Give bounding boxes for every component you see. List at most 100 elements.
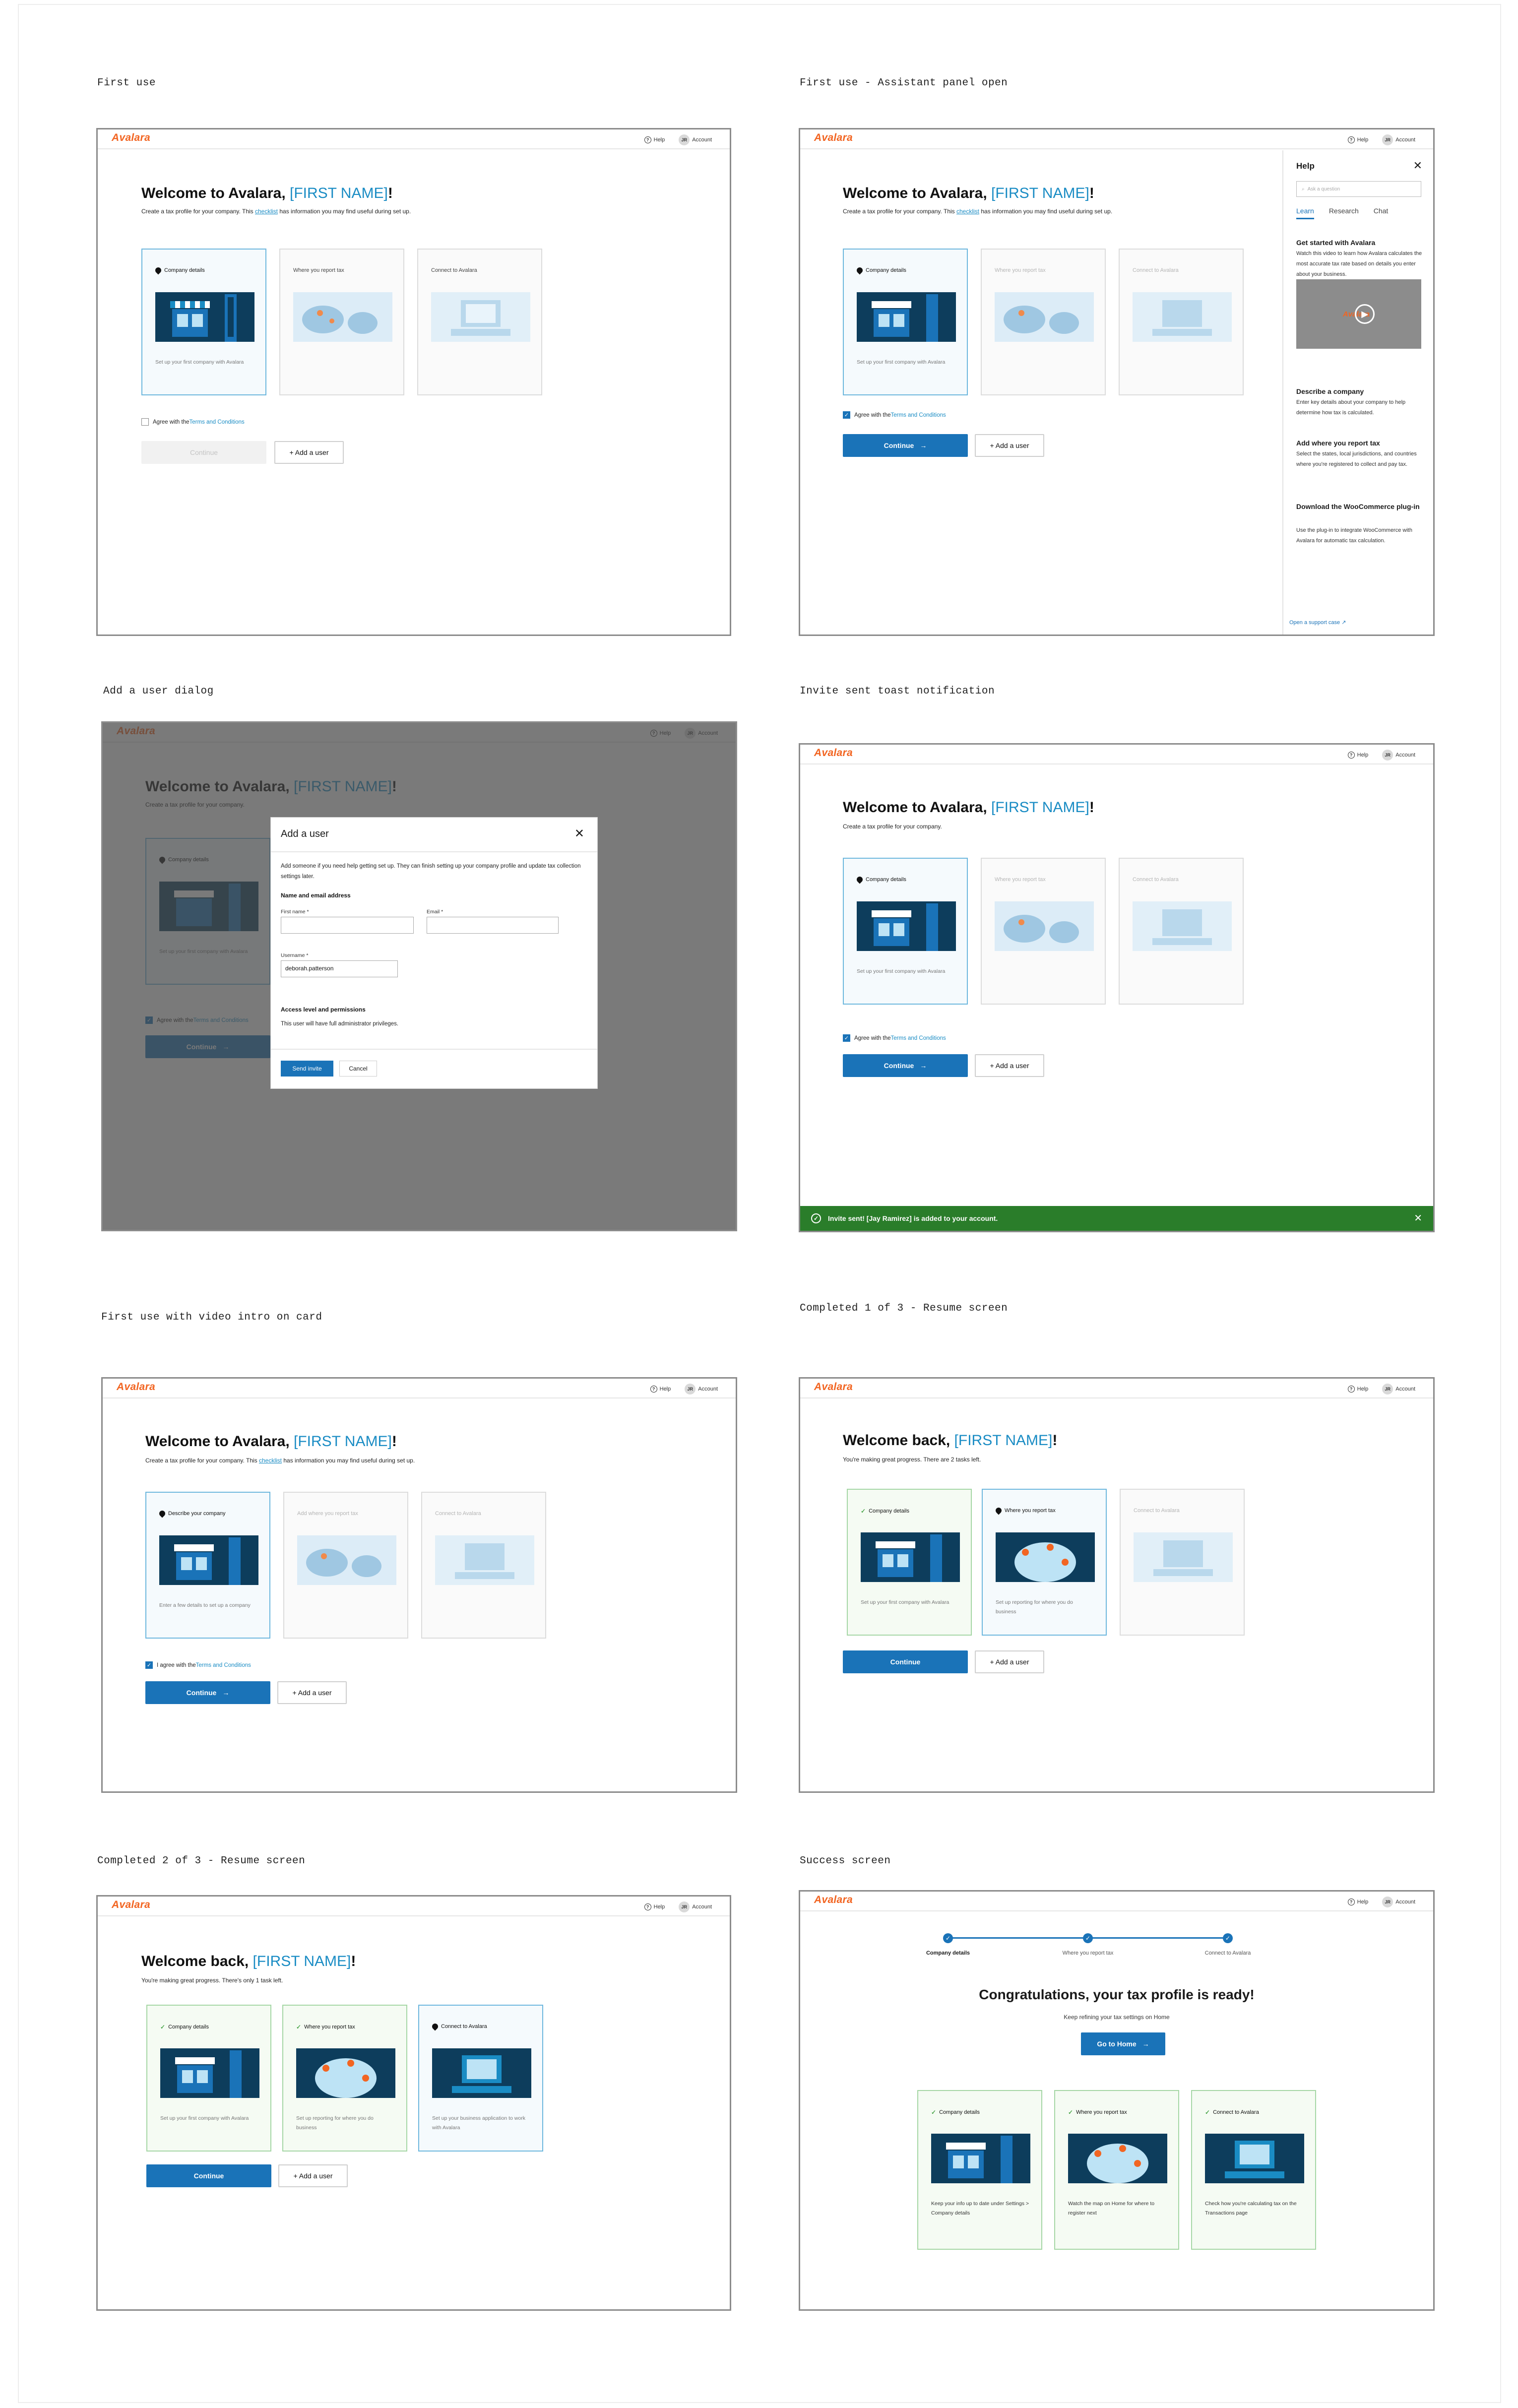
close-icon[interactable]: ✕ [1413,159,1422,172]
step-label: Connect to Avalara [1204,1950,1251,1956]
help-heading[interactable]: Describe a company [1296,386,1425,397]
add-user-button[interactable]: + Add a user [274,441,344,464]
card-connect[interactable]: ✓ Connect to Avalara Check how you're cal… [1191,2090,1316,2250]
add-user-button[interactable]: + Add a user [975,1054,1044,1077]
first-name-label: First name * [281,909,309,915]
add-user-button[interactable]: + Add a user [277,1681,347,1704]
send-invite-button[interactable]: Send invite [281,1061,333,1077]
page-subtitle: Create a tax profile for your company. [843,823,942,830]
intro-video[interactable]: Avalara ▶ [1296,279,1421,349]
card-connect[interactable]: Connect to Avalara Set up your business … [418,2005,543,2152]
tab-learn[interactable]: Learn [1296,207,1314,219]
terms-checkbox[interactable] [141,418,149,426]
help-link[interactable]: ?Help [1347,1386,1368,1393]
terms-agreement[interactable]: ✓ Agree with the Terms and Conditions [843,1034,946,1042]
tab-chat[interactable]: Chat [1374,207,1389,219]
card-company-details[interactable]: ✓ Company details Keep your info up to da… [917,2090,1042,2250]
storefront-illustration [857,901,956,951]
go-to-home-button[interactable]: Go to Home → [1081,2032,1165,2055]
card-connect: Connect to Avalara [1120,1489,1245,1636]
help-link[interactable]: ?Help [644,136,665,143]
terms-link[interactable]: Terms and Conditions [891,1035,946,1041]
page-subtitle: Create a tax profile for your company. T… [843,208,1113,215]
card-company-details[interactable]: ✓ Company details Set up your first compa… [847,1489,972,1636]
help-search-input[interactable]: ⌕ Ask a question [1296,181,1421,197]
account-menu[interactable]: JRAccount [1382,1897,1415,1907]
continue-button[interactable]: Continue [141,441,266,464]
avalara-logo[interactable]: Avalara [814,1894,853,1906]
account-menu[interactable]: JRAccount [1382,1384,1415,1394]
account-menu[interactable]: JRAccount [1382,134,1415,145]
terms-link[interactable]: Terms and Conditions [891,412,946,418]
play-icon[interactable]: ▶ [1355,304,1375,324]
close-icon[interactable]: ✕ [1414,1212,1422,1224]
username-input[interactable]: deborah.patterson [281,960,398,977]
cancel-button[interactable]: Cancel [339,1061,377,1077]
section-name-email: Name and email address [281,892,351,899]
help-link[interactable]: ?Help [1347,1899,1368,1905]
terms-agreement[interactable]: Agree with the Terms and Conditions [141,418,245,426]
avatar: JR [1382,1384,1393,1394]
card-company-details[interactable]: Company details Set up your first compan… [141,249,266,395]
checklist-link[interactable]: checklist [956,208,979,215]
tab-research[interactable]: Research [1329,207,1359,219]
terms-link[interactable]: Terms and Conditions [190,419,245,425]
help-link[interactable]: ?Help [1347,136,1368,143]
screen-first-use: Avalara ? Help JR Account Welcome to Avala… [96,128,731,636]
help-label: Help [653,137,665,143]
storefront-illustration [931,2134,1030,2183]
avalara-logo[interactable]: Avalara [117,1381,155,1393]
account-menu[interactable]: JRAccount [1382,750,1415,760]
terms-checkbox[interactable]: ✓ [145,1661,153,1669]
help-heading[interactable]: Add where you report tax [1296,438,1425,448]
card-description: Set up your first company with Avalara [155,359,244,365]
support-case-link[interactable]: Open a support case ↗ [1289,619,1346,626]
help-link[interactable]: ?Help [644,1903,665,1910]
continue-button[interactable]: Continue → [145,1681,270,1704]
card-company-details[interactable]: ✓ Company details Set up your first compa… [146,2005,271,2152]
continue-button[interactable]: Continue [843,1650,968,1673]
screen-video-intro: Avalara ? Help JR Account Welcome to Avala… [101,1377,737,1793]
account-menu[interactable]: JRAccount [679,134,712,145]
terms-checkbox[interactable]: ✓ [843,411,850,419]
add-user-button[interactable]: + Add a user [975,434,1044,457]
add-user-button[interactable]: + Add a user [278,2164,348,2187]
help-link[interactable]: ?Help [1347,752,1368,759]
card-where-you-report[interactable]: Where you report tax Set up reporting fo… [982,1489,1107,1636]
account-menu[interactable]: JRAccount [679,1901,712,1912]
card-company-details[interactable]: Company details Set up your first compan… [843,249,968,395]
continue-button[interactable]: Continue [146,2164,271,2187]
terms-link[interactable]: Terms and Conditions [196,1662,251,1668]
first-name-input[interactable] [281,917,414,934]
avalara-logo[interactable]: Avalara [112,1899,150,1911]
continue-button[interactable]: Continue → [843,1054,968,1077]
terms-checkbox[interactable]: ✓ [843,1034,850,1042]
continue-button[interactable]: Continue → [843,434,968,457]
avalara-logo[interactable]: Avalara [112,132,150,144]
card-connect: Connect to Avalara [1119,249,1244,395]
close-icon[interactable]: ✕ [574,826,584,841]
avalara-logo[interactable]: Avalara [814,1381,853,1393]
card-where-you-report[interactable]: ✓ Where you report tax Watch the map on H… [1054,2090,1179,2250]
avatar: JR [1382,750,1393,760]
terms-agreement[interactable]: ✓ Agree with the Terms and Conditions [843,411,946,419]
step-complete-icon: ✓ [1083,1933,1093,1943]
avalara-logo[interactable]: Avalara [814,747,853,759]
account-menu[interactable]: JRAccount [685,1384,718,1394]
success-title: Congratulations, your tax profile is rea… [979,1987,1255,2002]
page-title: Welcome to Avalara, [FIRST NAME]! [145,1433,397,1450]
add-user-button[interactable]: + Add a user [975,1650,1044,1673]
card-company-details[interactable]: Company details Set up your first compan… [843,858,968,1005]
terms-agreement[interactable]: ✓ I agree with the Terms and Conditions [145,1661,251,1669]
avatar: JR [679,134,690,145]
avalara-logo[interactable]: Avalara [814,132,853,144]
email-input[interactable] [427,917,559,934]
checklist-link[interactable]: checklist [255,208,278,215]
card-where-you-report[interactable]: ✓ Where you report tax Set up reporting f… [282,2005,407,2152]
help-link[interactable]: ?Help [650,1386,671,1393]
step-label: Company details [926,1950,970,1956]
card-describe-company[interactable]: Describe your company Enter a few detail… [145,1492,270,1639]
help-heading[interactable]: Download the WooCommerce plug-in [1296,502,1425,512]
page-subtitle: You're making great progress. There are … [843,1456,981,1463]
checklist-link[interactable]: checklist [259,1457,282,1464]
